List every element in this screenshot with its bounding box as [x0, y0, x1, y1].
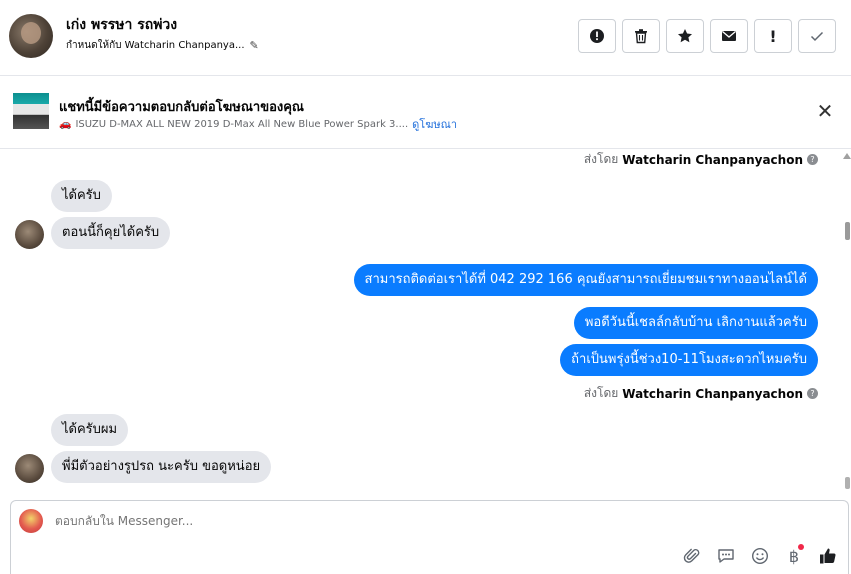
- sent-by-label: ส่งโดย Watcharin Chanpanyachon ?: [584, 150, 818, 169]
- follow-up-button[interactable]: [666, 19, 704, 53]
- attach-icon: [683, 548, 700, 563]
- message-bubble-outgoing: สามารถติดต่อเราได้ที่ 042 292 166 คุณยัง…: [353, 264, 818, 296]
- assigned-to-label: กำหนดให้กับ Watcharin Chanpanya...: [66, 40, 245, 51]
- scrollbar-thumb-lower[interactable]: [845, 477, 850, 489]
- sender-name: Watcharin Chanpanyachon: [622, 152, 803, 167]
- help-icon[interactable]: ?: [807, 154, 818, 165]
- ad-thumbnail[interactable]: [13, 93, 49, 129]
- exclamation-icon: !: [769, 26, 777, 46]
- attach-button[interactable]: [682, 546, 702, 566]
- message-bubble-incoming: ได้ครับผม: [51, 414, 129, 446]
- pencil-icon[interactable]: ✎: [250, 39, 259, 52]
- payment-button[interactable]: ฿: [784, 544, 804, 566]
- car-icon: 🚗: [59, 118, 72, 130]
- like-icon: [820, 548, 836, 564]
- payment-icon: ฿: [788, 546, 800, 566]
- reply-input[interactable]: [55, 514, 655, 528]
- message-bubble-incoming: พี่มีตัวอย่างรูปรถ นะครับ ขอดูหน่อย: [51, 451, 272, 483]
- star-icon: [678, 29, 692, 43]
- notification-dot: [798, 544, 804, 550]
- sent-by-prefix: ส่งโดย: [583, 152, 619, 166]
- contact-name[interactable]: เก่ง พรรษา รถพ่วง: [66, 14, 177, 36]
- ad-banner-title: แชทนี้มีข้อความตอบกลับต่อโฆษณาของคุณ: [59, 100, 304, 115]
- saved-replies-button[interactable]: [716, 546, 736, 566]
- page-avatar: [19, 509, 43, 533]
- message-thread[interactable]: ส่งโดย Watcharin Chanpanyachon ? ได้ครับ…: [0, 150, 851, 500]
- ad-reply-banner: แชทนี้มีข้อความตอบกลับต่อโฆษณาของคุณ 🚗 I…: [0, 77, 851, 149]
- message-bubble-incoming: ได้ครับ: [51, 180, 112, 212]
- ad-details: 🚗 ISUZU D-MAX ALL NEW 2019 D-Max All New…: [59, 115, 457, 133]
- delete-button[interactable]: [622, 19, 660, 53]
- like-button[interactable]: [818, 546, 838, 566]
- trash-icon: [635, 29, 647, 44]
- help-icon[interactable]: ?: [807, 388, 818, 399]
- mark-unread-button[interactable]: [710, 19, 748, 53]
- close-icon[interactable]: ✕: [815, 101, 835, 121]
- ad-name: ISUZU D-MAX ALL NEW 2019 D-Max All New B…: [75, 118, 409, 130]
- sent-by-label: ส่งโดย Watcharin Chanpanyachon ?: [584, 384, 818, 403]
- assigned-to[interactable]: กำหนดให้กับ Watcharin Chanpanya... ✎: [66, 38, 259, 53]
- contact-avatar-small: [15, 454, 44, 483]
- emoji-icon: [751, 547, 769, 565]
- contact-avatar-small: [15, 220, 44, 249]
- emoji-button[interactable]: [750, 546, 770, 566]
- saved-replies-icon: [718, 549, 734, 563]
- composer-tools: ฿: [682, 544, 838, 566]
- view-ad-link[interactable]: ดูโฆษณา: [412, 115, 457, 133]
- check-icon: [810, 31, 824, 42]
- priority-button[interactable]: !: [754, 19, 792, 53]
- message-bubble-outgoing: ถ้าเป็นพรุ่งนี้ช่วง10-11โมงสะดวกไหมครับ: [560, 344, 818, 376]
- sent-by-prefix: ส่งโดย: [583, 386, 619, 400]
- reply-composer: ฿: [10, 500, 849, 574]
- mark-done-button[interactable]: [798, 19, 836, 53]
- scroll-up-arrow[interactable]: [843, 153, 851, 159]
- spam-button[interactable]: [578, 19, 616, 53]
- sender-name: Watcharin Chanpanyachon: [622, 386, 803, 401]
- header-actions: !: [578, 19, 836, 53]
- message-bubble-incoming: ตอนนี้ก็คุยได้ครับ: [51, 217, 171, 249]
- conversation-header: เก่ง พรรษา รถพ่วง กำหนดให้กับ Watcharin …: [0, 0, 851, 76]
- mail-icon: [722, 31, 736, 41]
- message-bubble-outgoing: พอดีวันนี้เชลล์กลับบ้าน เลิกงานแล้วครับ: [573, 307, 818, 339]
- alert-circle-icon: [590, 29, 604, 43]
- scrollbar-thumb[interactable]: [845, 222, 850, 240]
- contact-avatar[interactable]: [9, 14, 53, 58]
